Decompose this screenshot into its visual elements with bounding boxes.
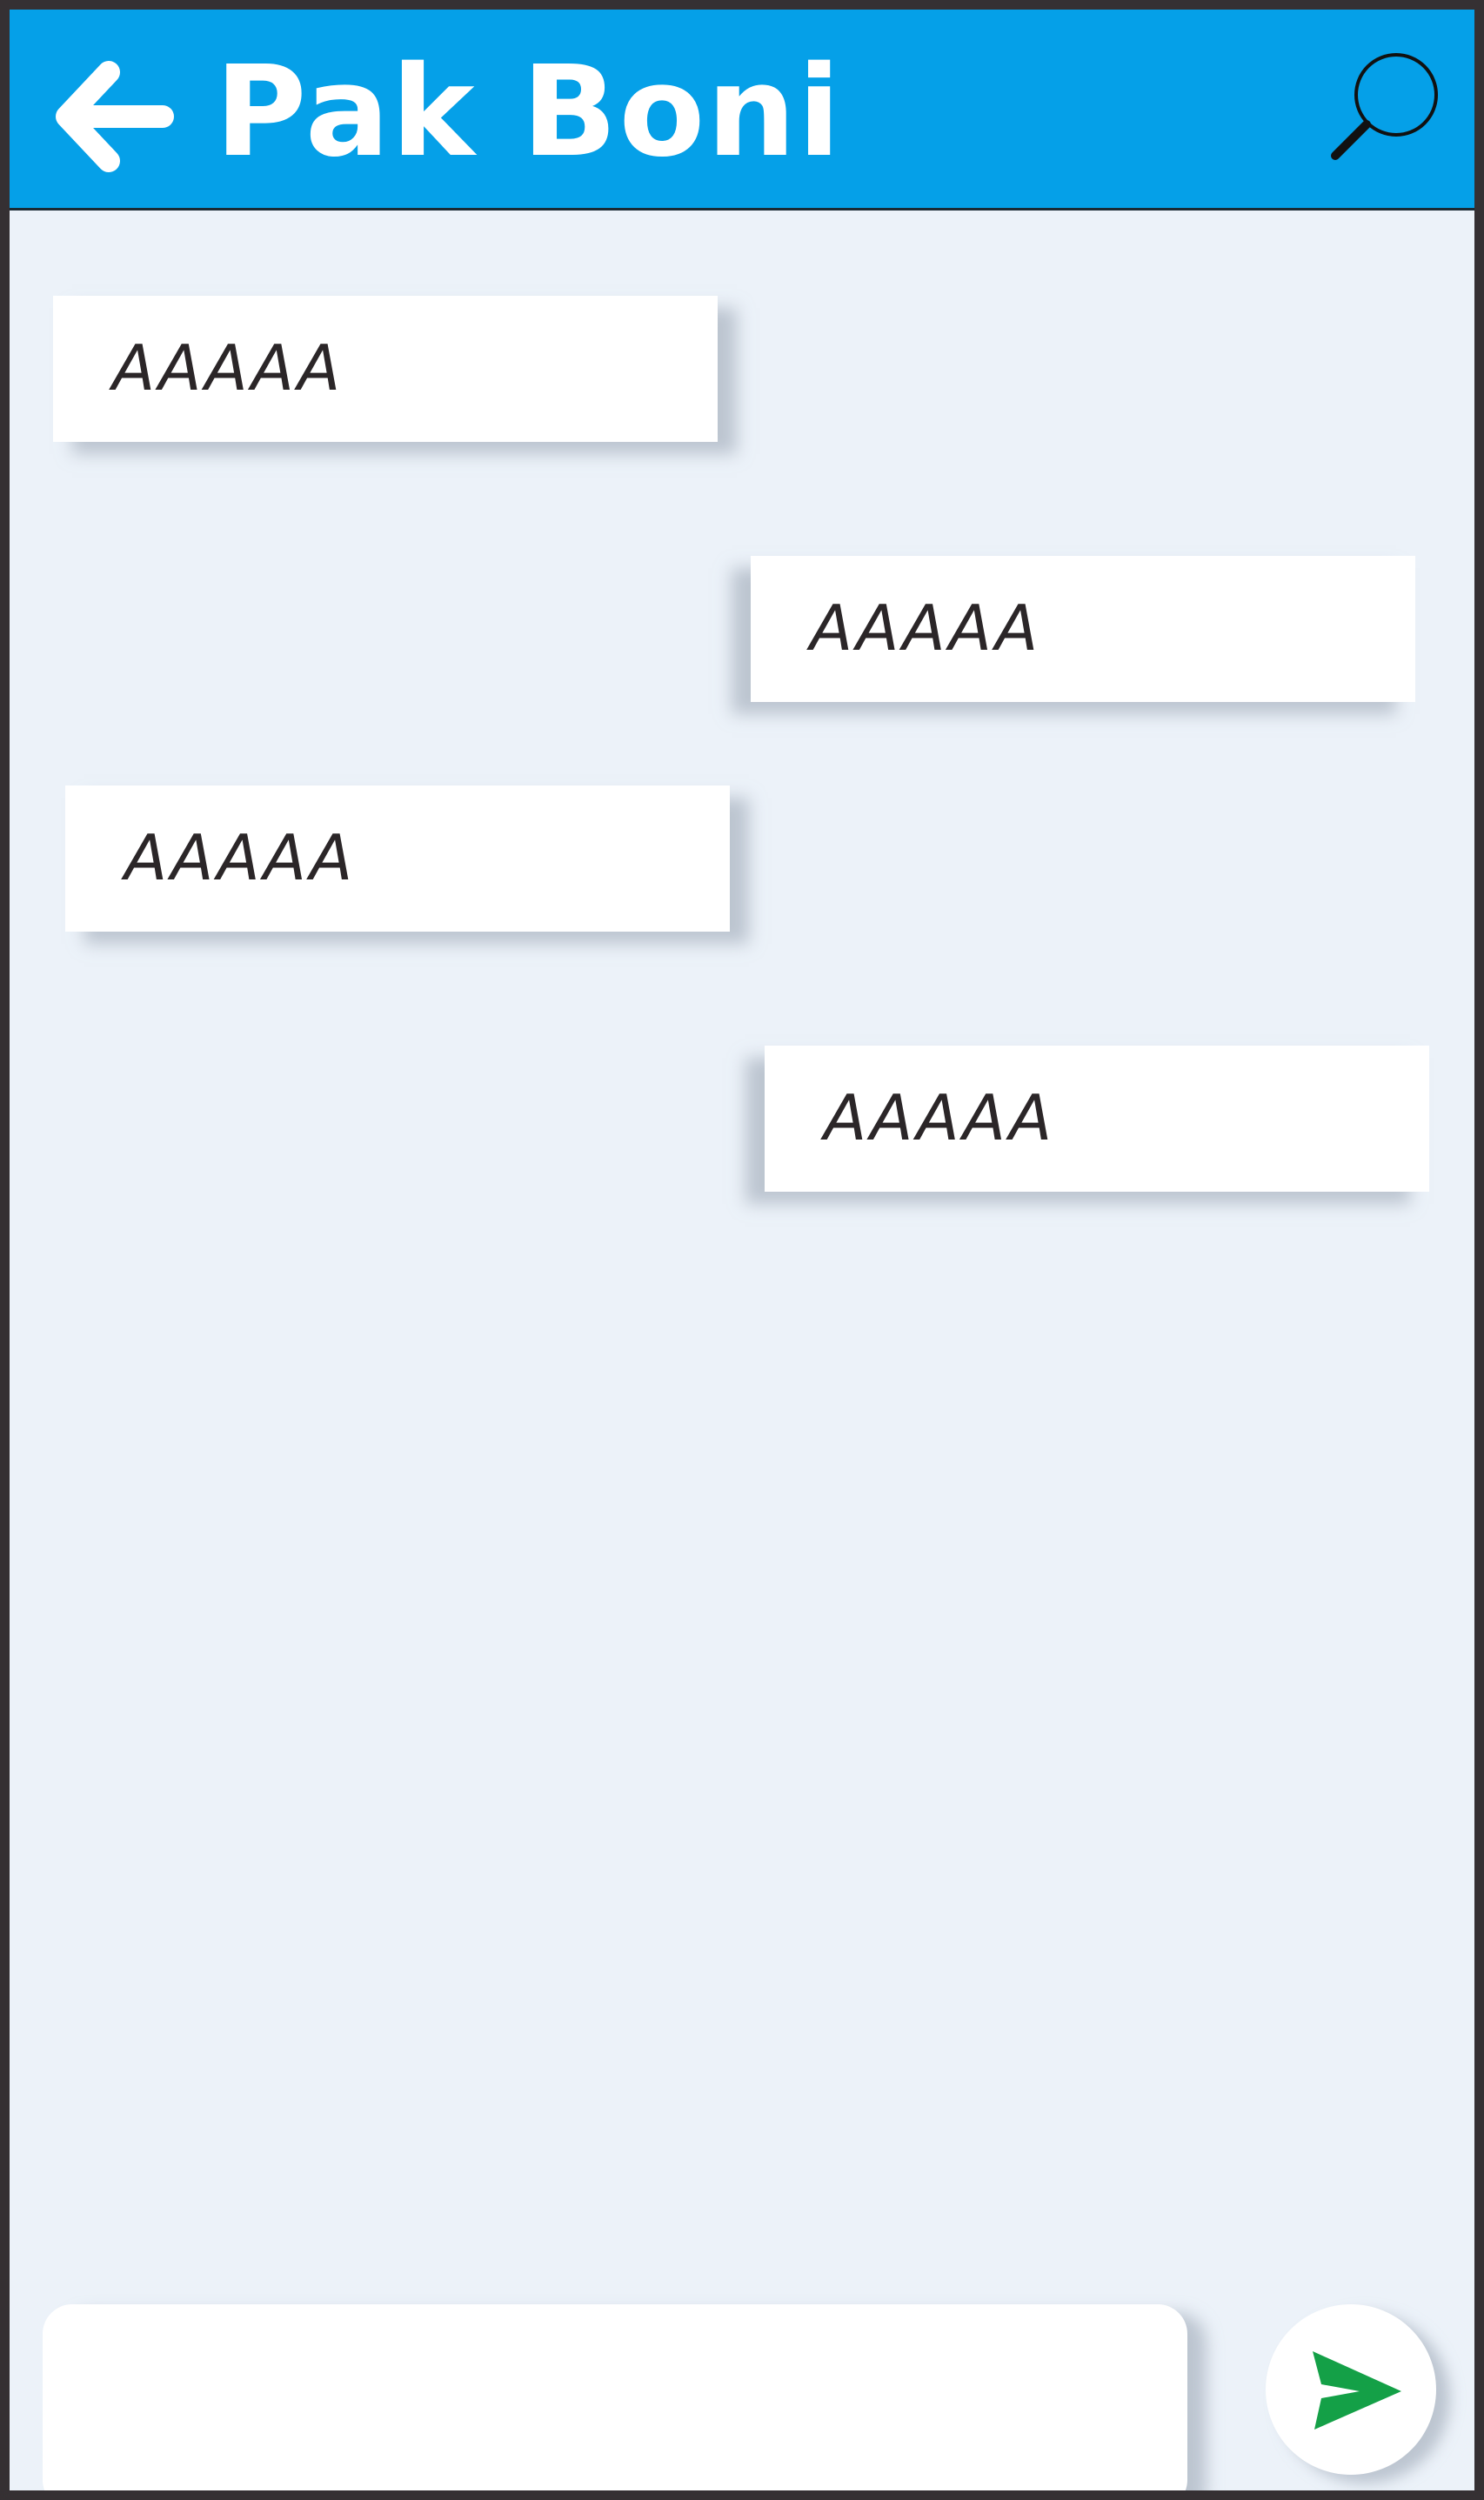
search-button[interactable] bbox=[1323, 46, 1445, 168]
send-icon bbox=[1313, 2351, 1401, 2430]
send-button[interactable] bbox=[1266, 2304, 1436, 2475]
message-bubble-received[interactable]: AAAAA bbox=[65, 785, 730, 932]
message-text: AAAAA bbox=[824, 1081, 1056, 1154]
message-text: AAAAA bbox=[810, 592, 1042, 665]
message-bubble-received[interactable]: AAAAA bbox=[53, 296, 718, 442]
message-text: AAAAA bbox=[124, 821, 357, 894]
search-icon bbox=[1331, 53, 1438, 160]
message-input[interactable] bbox=[43, 2304, 1187, 2490]
chat-screen: Pak Boni AAAAA AAAAA AAAAA AAAAA bbox=[0, 0, 1484, 2500]
arrow-left-icon bbox=[56, 61, 174, 172]
back-button[interactable] bbox=[55, 60, 177, 173]
chat-title: Pak Boni bbox=[215, 38, 843, 184]
chat-header: Pak Boni bbox=[10, 10, 1474, 211]
message-bubble-sent[interactable]: AAAAA bbox=[765, 1046, 1429, 1192]
message-text: AAAAA bbox=[112, 331, 344, 404]
message-bubble-sent[interactable]: AAAAA bbox=[751, 556, 1415, 702]
